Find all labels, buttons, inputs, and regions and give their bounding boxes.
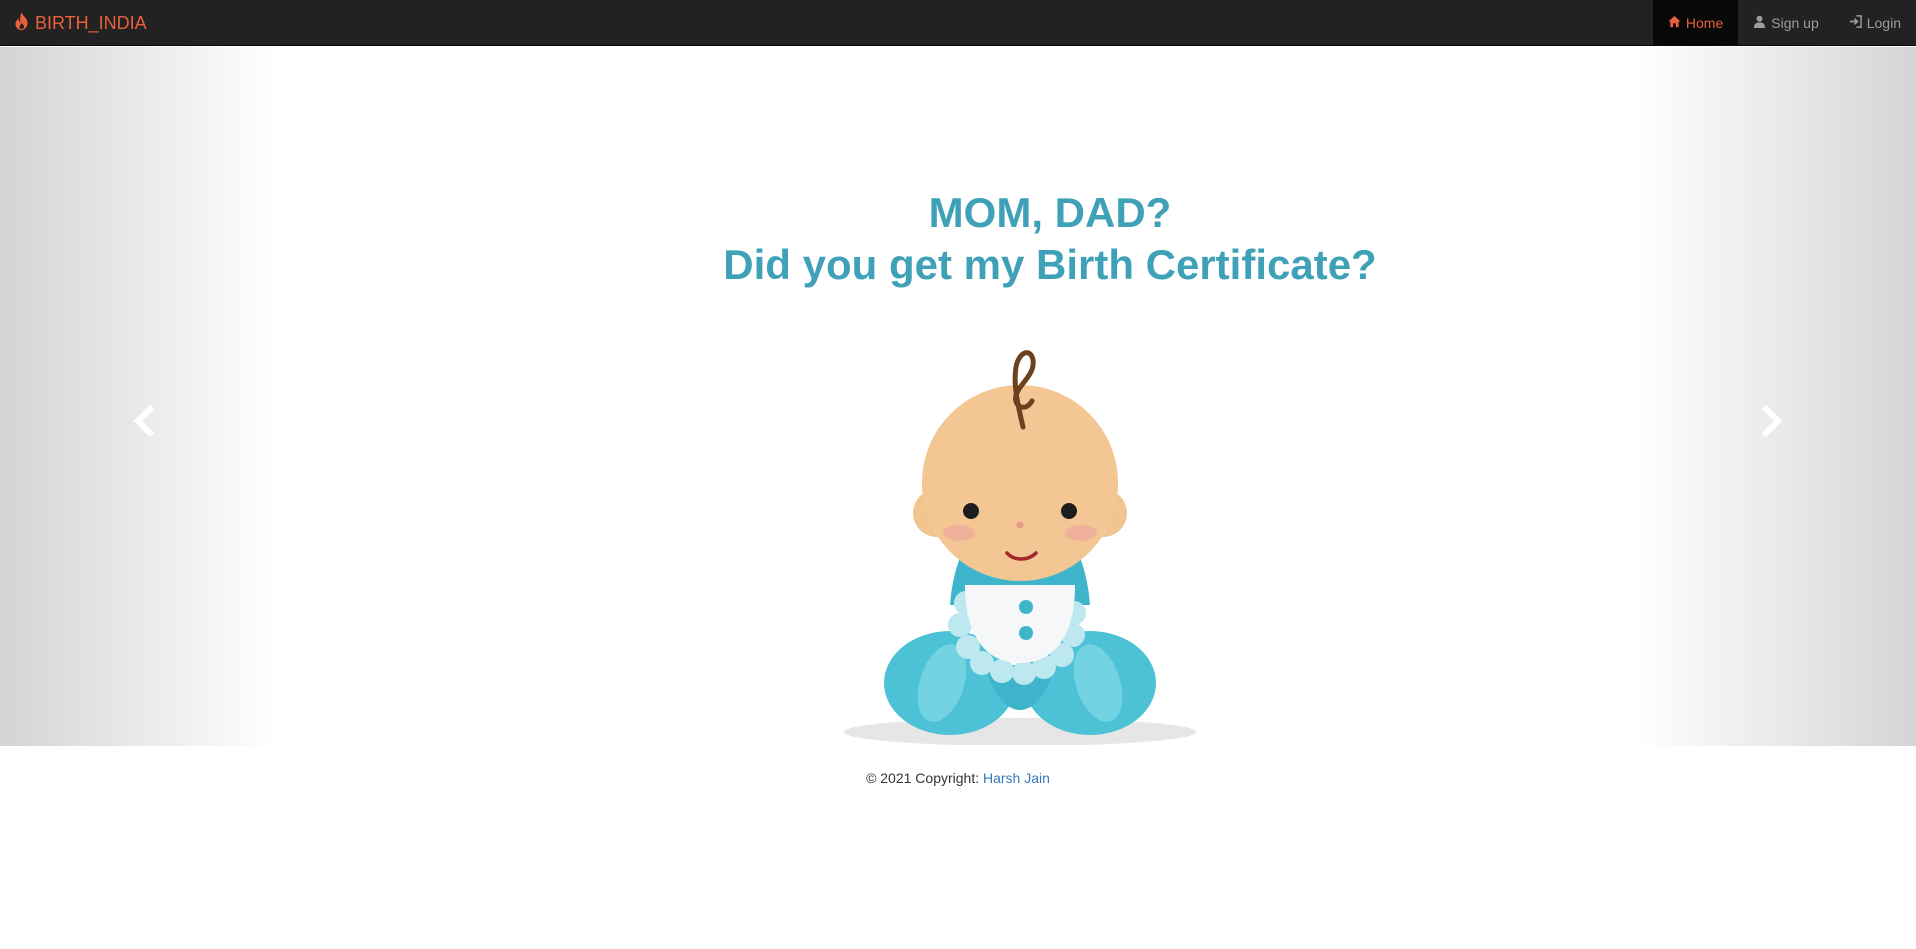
- footer-copyright: © 2021 Copyright:: [866, 770, 980, 786]
- nav-login-label: Login: [1866, 15, 1901, 31]
- nav-login[interactable]: Login: [1834, 0, 1916, 46]
- chevron-left-icon: [130, 403, 158, 444]
- slide-headline-line1: MOM, DAD?: [928, 189, 1172, 236]
- carousel-next-button[interactable]: [1752, 403, 1792, 443]
- login-icon: [1849, 15, 1862, 31]
- chevron-right-icon: [1758, 403, 1786, 444]
- fire-icon: [14, 11, 29, 35]
- top-navbar: BIRTH_INDIA Home Sign up Login: [0, 0, 1916, 46]
- baby-illustration: [844, 350, 1196, 745]
- user-icon: [1753, 15, 1766, 31]
- carousel-prev-button[interactable]: [124, 403, 164, 443]
- nav-home[interactable]: Home: [1652, 0, 1739, 46]
- carousel-slide: MOM, DAD? Did you get my Birth Certifica…: [560, 47, 1540, 746]
- nav-signup-label: Sign up: [1771, 15, 1819, 31]
- slide-headline-line2: Did you get my Birth Certificate?: [723, 241, 1377, 288]
- home-icon: [1668, 15, 1681, 31]
- carousel-shade-right: [1636, 47, 1916, 746]
- nav-home-label: Home: [1685, 15, 1724, 31]
- hero-carousel: MOM, DAD? Did you get my Birth Certifica…: [0, 47, 1916, 746]
- brand-name: BIRTH_INDIA: [35, 12, 147, 33]
- brand-link[interactable]: BIRTH_INDIA: [14, 0, 147, 46]
- footer-author-link[interactable]: Harsh Jain: [983, 770, 1050, 786]
- page-footer: © 2021 Copyright: Harsh Jain: [0, 770, 1916, 786]
- nav-signup[interactable]: Sign up: [1738, 0, 1833, 46]
- nav-menu: Home Sign up Login: [1652, 0, 1916, 46]
- carousel-shade-left: [0, 47, 280, 746]
